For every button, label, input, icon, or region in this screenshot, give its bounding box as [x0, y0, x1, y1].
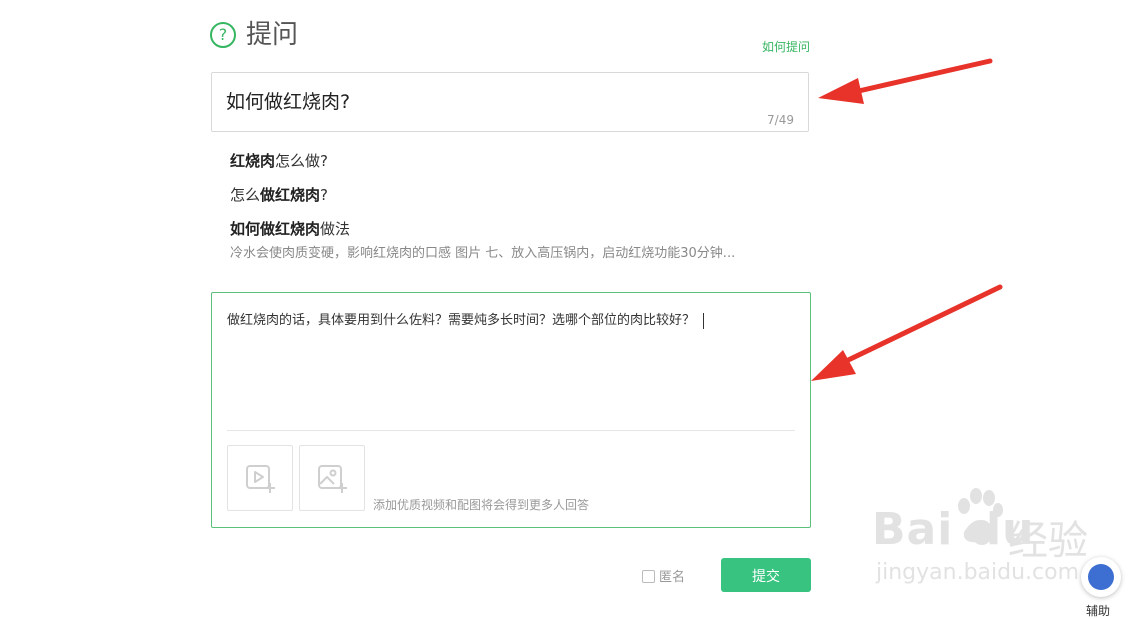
suggestion-text: 怎么 [230, 186, 261, 204]
media-hint: 添加优质视频和配图将会得到更多人回答 [373, 498, 590, 512]
text-caret [703, 312, 705, 329]
anonymous-label: 匿名 [659, 570, 686, 585]
suggestion-snippet: 冷水会使肉质变硬，影响红烧肉的口感 图片 七、放入高压锅内，启动红烧功能30分钟… [230, 246, 736, 261]
assist-icon-inner [1088, 564, 1114, 590]
suggestion-keyword: 做红烧肉 [260, 186, 321, 204]
how-to-ask-link[interactable]: 如何提问 [762, 38, 810, 55]
divider [227, 430, 795, 431]
page-header: ? 提问 如何提问 [210, 20, 810, 55]
question-detail-textarea[interactable]: 做红烧肉的话，具体要用到什么佐料？需要炖多长时间？选哪个部位的肉比较好？ 添加优… [211, 292, 811, 528]
add-image-button[interactable] [299, 445, 365, 511]
checkbox-square [642, 570, 655, 583]
watermark-cn: 经验 [1008, 518, 1088, 564]
suggestion-text: ? [320, 186, 328, 204]
question-title-input[interactable]: 如何做红烧肉? 7/49 [211, 72, 809, 132]
question-title-value: 如何做红烧肉? [226, 91, 351, 113]
image-add-icon [318, 465, 347, 493]
video-add-icon [246, 465, 275, 493]
assist-label: 辅助 [1086, 604, 1111, 618]
watermark-url: jingyan.baidu.com [876, 560, 1080, 585]
page-title: 提问 [246, 20, 299, 50]
suggestion-item[interactable]: 红烧肉怎么做? [230, 148, 790, 182]
suggestion-text: 做法 [320, 220, 351, 238]
detail-text-wrapper: 做红烧肉的话，具体要用到什么佐料？需要炖多长时间？选哪个部位的肉比较好？ [227, 311, 705, 331]
question-detail-value: 做红烧肉的话，具体要用到什么佐料？需要炖多长时间？选哪个部位的肉比较好？ [227, 313, 696, 328]
similar-questions-list: 红烧肉怎么做? 怎么做红烧肉? 如何做红烧肉做法 冷水会使肉质变硬，影响红烧肉的… [230, 148, 790, 261]
arrow-to-title [818, 58, 993, 104]
baidu-paw-icon [958, 488, 1003, 543]
arrow-to-detail [811, 284, 1003, 381]
assist-button[interactable]: 辅助 [1078, 552, 1126, 618]
submit-button[interactable]: 提交 [721, 558, 811, 592]
anonymous-checkbox[interactable]: 匿名 [642, 566, 685, 585]
suggestion-keyword: 红烧肉 [230, 152, 276, 170]
baidu-jingyan-watermark: Bai du 经验 jingyan.baidu.com [872, 486, 1102, 596]
suggestion-text: 怎么做? [275, 152, 328, 170]
add-video-button[interactable] [227, 445, 293, 511]
question-mark-icon: ? [210, 22, 236, 48]
title-char-counter: 7/49 [767, 113, 794, 127]
suggestion-keyword: 如何做红烧肉 [230, 220, 321, 238]
suggestion-item[interactable]: 怎么做红烧肉? [230, 182, 790, 216]
assist-icon [1081, 557, 1121, 597]
